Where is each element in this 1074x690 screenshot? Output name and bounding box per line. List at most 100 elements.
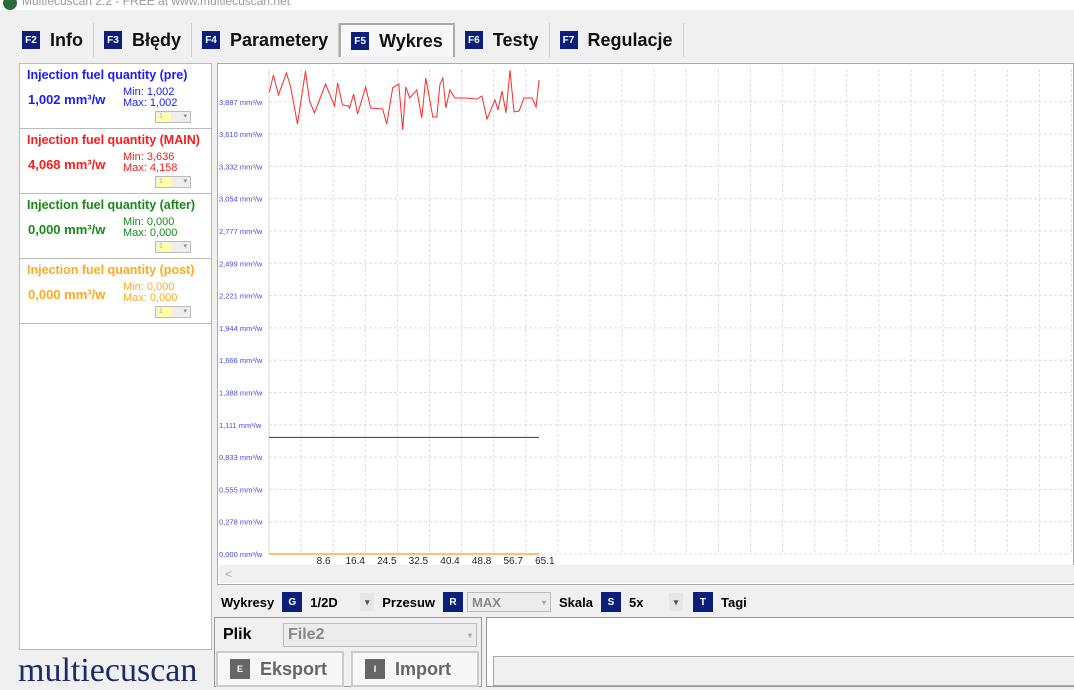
parameter-card[interactable]: Injection fuel quantity (post) 0,000 mm³… [20, 259, 211, 324]
tagi-button[interactable]: Tagi [721, 595, 747, 610]
y-tick-label: 2,777 mm³/w [219, 227, 263, 236]
chart-horizontal-scrollbar[interactable]: < [219, 565, 1074, 583]
s-key-icon: S [600, 592, 621, 612]
y-tick-label: 0,833 mm³/w [219, 453, 263, 462]
parameter-name: Injection fuel quantity (pre) [27, 68, 188, 82]
export-label: Eksport [260, 658, 328, 679]
chevron-down-icon: ▾ [183, 178, 187, 185]
x-tick-label: 16,4 [345, 556, 365, 564]
parameter-card[interactable]: Injection fuel quantity (pre) 1,002 mm³/… [20, 64, 211, 129]
parameter-value: 0,000 mm³/w [28, 222, 106, 237]
wykresy-label: Wykresy [221, 594, 275, 610]
parameter-max: Max: 4,158 [123, 162, 178, 174]
y-tick-label: 3,610 mm³/w [219, 130, 263, 139]
parameter-minmax: Min: 0,000 Max: 0,000 [123, 282, 177, 304]
parameter-name: Injection fuel quantity (post) [27, 263, 195, 277]
x-tick-label: 32,5 [409, 556, 429, 564]
r-key-icon: R [443, 592, 463, 612]
series-line-1 [268, 70, 540, 131]
f7-key-icon: F7 [559, 31, 578, 49]
window-title: Multiecuscan 2.2 - FREE at www.multiecus… [22, 0, 291, 8]
tab-wykres[interactable]: F5 Wykres [339, 23, 455, 57]
status-panel [486, 617, 1074, 687]
parameter-minmax: Min: 0,000 Max: 0,000 [123, 217, 177, 239]
multiecuscan-logo: multiecuscan [18, 652, 198, 689]
export-button[interactable]: E Eksport [216, 651, 344, 687]
parameter-scale-select[interactable]: 1 ▾ [155, 176, 191, 188]
przesuw-value: MAX [472, 594, 501, 610]
scroll-left-icon[interactable]: < [225, 567, 232, 581]
tab-regulacje[interactable]: F7 Regulacje [550, 23, 684, 57]
f4-key-icon: F4 [202, 31, 221, 49]
parameter-value: 0,000 mm³/w [28, 287, 106, 302]
tab-info[interactable]: F2 Info [12, 23, 94, 57]
chevron-down-icon: ▾ [183, 243, 187, 250]
import-button[interactable]: I Import [351, 651, 479, 687]
y-tick-label: 3,332 mm³/w [219, 162, 263, 171]
chart: 0,000 mm³/w 0,278 mm³/w 0,555 mm³/w 0,833 m… [219, 69, 1072, 564]
f3-key-icon: F3 [104, 31, 122, 49]
wykresy-value[interactable]: 1/2D [310, 595, 360, 610]
g-key-icon: G [282, 592, 303, 612]
x-tick-label: 48,8 [472, 556, 492, 564]
parameter-card[interactable]: Injection fuel quantity (MAIN) 4,068 mm³… [20, 129, 211, 194]
przesuw-label: Przesuw [382, 594, 435, 610]
parameter-minmax: Min: 3,636 Max: 4,158 [123, 152, 177, 174]
tab-parametery[interactable]: F4 Parametery [192, 23, 340, 57]
y-tick-label: 0,555 mm³/w [219, 485, 263, 494]
parameter-scale-select[interactable]: 1 ▾ [155, 306, 191, 318]
tab-label: Regulacje [587, 29, 673, 50]
tab-bar: F2 Info F3 Błędy F4 Parametery F5 Wykres F6 T… [12, 23, 684, 57]
chart-toolbar: Wykresy G 1/2D ▾ Przesuw R MAX ▾ Skala S … [221, 591, 747, 613]
tab-bledy[interactable]: F3 Błędy [94, 23, 193, 57]
file-value: File2 [288, 626, 325, 643]
f2-key-icon: F2 [22, 31, 40, 49]
parameter-max: Max: 1,002 [123, 97, 178, 109]
y-tick-label: 1,944 mm³/w [219, 324, 263, 333]
y-tick-label: 1,666 mm³/w [219, 356, 263, 365]
skala-value[interactable]: 5x [629, 595, 669, 610]
przesuw-select[interactable]: MAX ▾ [467, 592, 551, 612]
y-tick-label: 3,054 mm³/w [219, 195, 263, 204]
tab-testy[interactable]: F6 Testy [455, 23, 550, 57]
x-tick-label: 24,5 [377, 556, 397, 564]
tab-label: Parametery [230, 29, 329, 50]
e-key-icon: E [230, 659, 250, 679]
f5-key-icon: F5 [351, 32, 370, 50]
scale-value: 1 [157, 113, 171, 122]
f6-key-icon: F6 [464, 31, 483, 49]
parameter-name: Injection fuel quantity (after) [27, 198, 196, 212]
parameter-minmax: Min: 1,002 Max: 1,002 [123, 87, 177, 109]
t-key-icon: T [692, 592, 713, 612]
file-select[interactable]: File2 ▾ [283, 623, 477, 647]
parameter-scale-select[interactable]: 1 ▾ [155, 241, 191, 253]
wykresy-dropdown-icon[interactable]: ▾ [360, 593, 375, 611]
parameter-value: 1,002 mm³/w [28, 92, 106, 107]
y-tick-label: 1,388 mm³/w [219, 389, 263, 398]
x-tick-label: 65,1 [535, 556, 555, 564]
parameter-card[interactable]: Injection fuel quantity (after) 0,000 mm… [20, 194, 211, 259]
parameter-name: Injection fuel quantity (MAIN) [27, 133, 200, 147]
tab-label: Testy [492, 29, 539, 50]
parameter-max: Max: 0,000 [123, 227, 178, 239]
tab-label: Wykres [379, 30, 443, 51]
scale-value: 1 [157, 308, 171, 317]
tab-label: Błędy [132, 29, 182, 50]
skala-label: Skala [559, 594, 593, 610]
y-tick-label: 2,221 mm³/w [219, 292, 263, 301]
y-tick-label: 0,000 mm³/w [219, 550, 263, 559]
parameter-max: Max: 0,000 [123, 292, 178, 304]
chart-panel: 0,000 mm³/w 0,278 mm³/w 0,555 mm³/w 0,833 m… [217, 63, 1074, 585]
title-bar: Multiecuscan 2.2 - FREE at www.multiecus… [0, 0, 1074, 10]
chevron-down-icon: ▾ [183, 308, 187, 315]
parameter-scale-select[interactable]: 1 ▾ [155, 111, 191, 123]
chevron-down-icon: ▾ [467, 630, 472, 640]
skala-dropdown-icon[interactable]: ▾ [668, 593, 683, 611]
status-bar [493, 656, 1074, 686]
i-key-icon: I [365, 659, 385, 679]
import-label: Import [395, 658, 451, 679]
parameter-value: 4,068 mm³/w [28, 157, 106, 172]
plik-label: Plik [223, 626, 252, 643]
chevron-down-icon: ▾ [541, 597, 546, 607]
file-panel: Plik File2 ▾ E Eksport I Import [214, 617, 482, 687]
